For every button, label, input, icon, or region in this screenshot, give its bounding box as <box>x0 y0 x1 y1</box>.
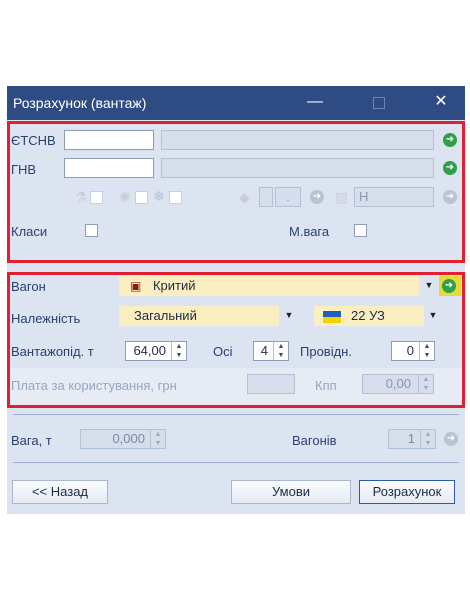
wagon-icon: ▣ <box>130 279 142 293</box>
divider <box>13 414 459 415</box>
conductors-label: Провідн. <box>300 344 352 359</box>
mvaga-label: М.вага <box>289 224 330 239</box>
railway-select[interactable]: 22 УЗ <box>314 306 424 326</box>
kpp-stepper: ▲ ▼ <box>418 375 433 393</box>
axles-label: Осі <box>213 344 233 359</box>
go-arrow-icon: ➜ <box>442 279 456 293</box>
hatch-icon: ▨ <box>335 189 349 205</box>
title-bar: Розрахунок (вантаж) — ✕ <box>7 86 465 120</box>
go-arrow-icon: ➜ <box>443 190 457 204</box>
maximize-button[interactable] <box>373 97 385 109</box>
calculation-window: Розрахунок (вантаж) — ✕ ЄТСНВ ➜ ГНВ ➜ ⚗ … <box>7 86 465 514</box>
axles-stepper[interactable]: ▲ ▼ <box>273 342 288 360</box>
etsnv-name-field <box>161 130 434 150</box>
flask-checkbox[interactable] <box>90 191 103 204</box>
capacity-label: Вантажопід. т <box>11 344 94 359</box>
wagons-label: Вагонів <box>292 433 337 448</box>
chevron-down-icon[interactable]: ▼ <box>421 276 437 294</box>
back-button[interactable]: << Назад <box>12 480 108 504</box>
conditions-button[interactable]: Умови <box>231 480 351 504</box>
go-arrow-icon[interactable]: ➜ <box>443 161 457 175</box>
go-arrow-icon: ➜ <box>444 432 458 446</box>
wagon-label: Вагон <box>11 279 46 294</box>
belonging-select[interactable]: Загальний <box>119 306 279 326</box>
h-field: Н <box>354 187 434 207</box>
conductors-stepper[interactable]: ▲ ▼ <box>419 342 434 360</box>
calculate-button[interactable]: Розрахунок <box>359 480 455 504</box>
go-arrow-icon[interactable]: ➜ <box>443 133 457 147</box>
diamond-icon: ◆ <box>239 189 250 205</box>
mvaga-checkbox[interactable] <box>354 224 367 237</box>
usage-fee-input <box>247 374 295 394</box>
etsnv-code-input[interactable] <box>64 130 154 150</box>
capacity-stepper[interactable]: ▲ ▼ <box>171 342 186 360</box>
classes-checkbox[interactable] <box>85 224 98 237</box>
weight-label: Вага, т <box>11 433 52 448</box>
kpp-label: Кпп <box>315 378 337 393</box>
belonging-label: Належність <box>11 311 81 326</box>
flask-icon: ⚗ <box>75 189 88 205</box>
go-arrow-icon: ➜ <box>310 190 324 204</box>
railway-value: 22 УЗ <box>351 308 385 323</box>
etsnv-label: ЄТСНВ <box>11 133 56 148</box>
gnv-name-field <box>161 158 434 178</box>
close-button[interactable]: ✕ <box>429 92 453 112</box>
diamond-field <box>259 187 273 207</box>
gnv-label: ГНВ <box>11 162 37 177</box>
classes-label: Класи <box>11 224 48 239</box>
snowflake-checkbox[interactable] <box>169 191 182 204</box>
divider <box>13 462 459 463</box>
wagon-go-button[interactable]: ➜ <box>439 276 461 296</box>
settings-icon: ✺ <box>119 189 131 205</box>
minimize-button[interactable]: — <box>303 92 327 112</box>
window-title: Розрахунок (вантаж) <box>13 95 147 111</box>
wagon-select[interactable]: ▣ Критий <box>119 276 419 296</box>
chevron-down-icon[interactable]: ▼ <box>425 306 441 324</box>
wagons-stepper: ▲ ▼ <box>420 430 435 448</box>
chevron-down-icon[interactable]: ▼ <box>281 306 297 324</box>
dot-field: . <box>275 187 301 207</box>
settings-checkbox[interactable] <box>135 191 148 204</box>
gnv-code-input[interactable] <box>64 158 154 178</box>
usage-fee-label: Плата за користування, грн <box>11 378 177 393</box>
snowflake-icon: ❄ <box>153 188 165 204</box>
wagon-value: Критий <box>152 278 196 293</box>
weight-stepper: ▲ ▼ <box>150 430 165 448</box>
ukraine-flag-icon <box>323 311 341 323</box>
